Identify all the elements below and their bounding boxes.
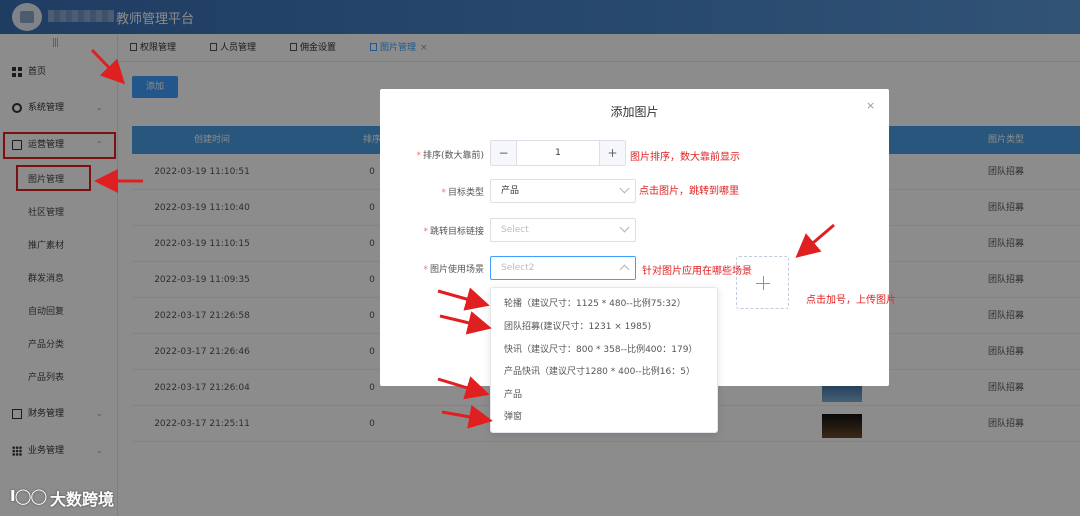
watermark-logo: I◯◯ xyxy=(10,487,47,505)
arrow-to-upload-box xyxy=(795,223,835,258)
arrow-to-add-button xyxy=(90,48,126,85)
arrow-to-option-team xyxy=(439,311,492,335)
annotation-arrows xyxy=(90,48,835,429)
watermark: I◯◯ 大数跨境 xyxy=(6,482,156,512)
arrow-to-option-popup xyxy=(441,405,493,429)
watermark-text: 大数跨境 xyxy=(50,490,115,509)
arrow-to-option-product xyxy=(437,376,490,400)
arrow-to-option-carousel xyxy=(437,287,490,311)
